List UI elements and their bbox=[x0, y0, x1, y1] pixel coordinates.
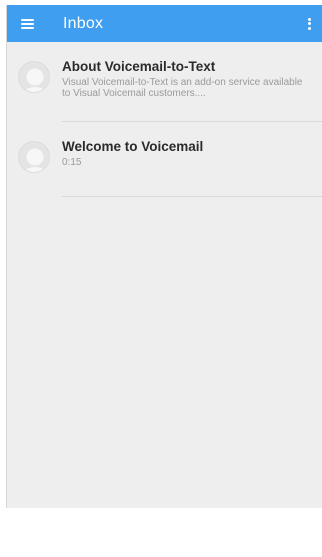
menu-button[interactable] bbox=[7, 5, 47, 42]
avatar bbox=[18, 61, 50, 93]
more-vert-icon bbox=[307, 17, 311, 30]
message-list: About Voicemail-to-Text Visual Voicemail… bbox=[7, 42, 322, 197]
person-icon bbox=[22, 148, 48, 172]
list-item[interactable]: About Voicemail-to-Text Visual Voicemail… bbox=[7, 42, 322, 122]
message-text: Welcome to Voicemail 0:15 bbox=[62, 139, 322, 168]
person-icon bbox=[22, 68, 48, 92]
message-title: About Voicemail-to-Text bbox=[62, 59, 216, 74]
page-title: Inbox bbox=[63, 14, 104, 32]
message-preview: Visual Voicemail-to-Text is an add-on se… bbox=[62, 77, 303, 99]
avatar bbox=[18, 141, 50, 173]
message-duration: 0:15 bbox=[62, 157, 82, 168]
hamburger-menu-icon bbox=[20, 18, 34, 29]
message-title: Welcome to Voicemail bbox=[62, 139, 204, 154]
list-item[interactable]: Welcome to Voicemail 0:15 bbox=[7, 122, 322, 197]
overflow-menu-button[interactable] bbox=[296, 5, 322, 42]
app-bar: Inbox bbox=[7, 5, 322, 42]
voicemail-app: Inbox About Voicemail-to-Text Visual Voi… bbox=[6, 5, 322, 508]
message-text: About Voicemail-to-Text Visual Voicemail… bbox=[62, 59, 322, 99]
